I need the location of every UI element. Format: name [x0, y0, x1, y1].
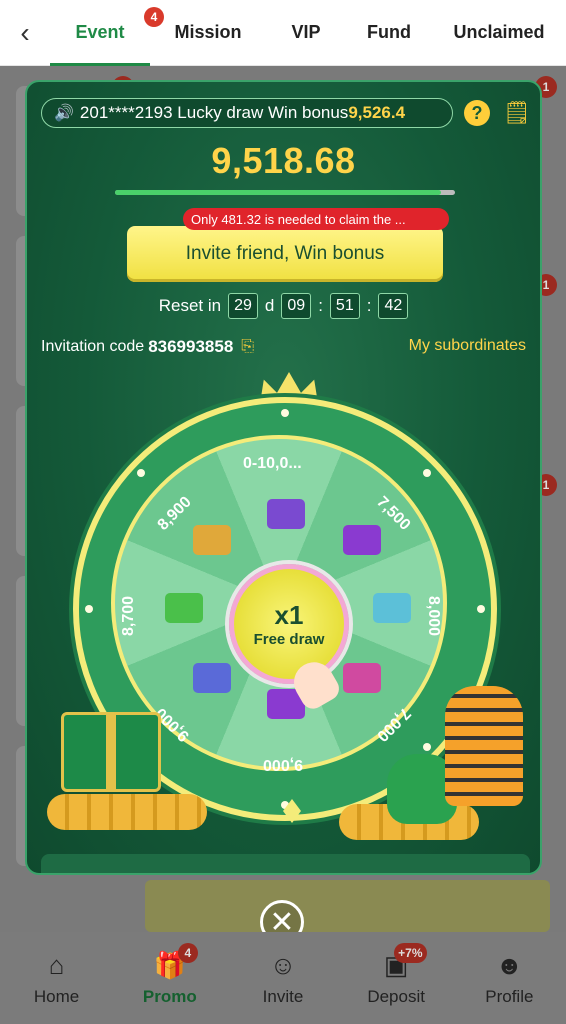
promo-banner[interactable]	[145, 880, 550, 932]
tab-label: Mission	[174, 22, 242, 42]
free-draw-label: Free draw	[253, 630, 325, 648]
home-icon: ⌂	[48, 949, 65, 980]
nav-invite[interactable]: ☺ Invite	[233, 949, 333, 1007]
tab-label: Fund	[367, 22, 411, 42]
help-icon[interactable]: ?	[464, 100, 490, 126]
days-value: 29	[228, 293, 258, 319]
user-icon: ☻	[495, 949, 524, 980]
gift-prize-icon	[165, 593, 203, 623]
notification-badge: 4	[177, 943, 198, 963]
rim-light	[477, 605, 485, 613]
winner-ticker: 🔊 201****2193 Lucky draw Win bonus 9,526.…	[41, 98, 453, 128]
top-navigation: ‹ Event 4 Mission VIP Fund Unclaimed	[0, 0, 566, 66]
tab-fund[interactable]: Fund	[346, 0, 432, 66]
rim-light	[137, 469, 145, 477]
reset-label: Reset in	[158, 296, 222, 315]
tab-unclaimed[interactable]: Unclaimed	[432, 0, 566, 66]
rim-light	[281, 409, 289, 417]
lucky-draw-modal: 🔊 201****2193 Lucky draw Win bonus 9,526.…	[25, 80, 542, 875]
hours-value: 09	[281, 293, 312, 319]
gift-prize-icon	[343, 525, 381, 555]
chevron-left-icon: ‹	[20, 16, 30, 48]
segment-label: 0-10,0...	[243, 455, 302, 472]
invite-friend-button[interactable]: Invite friend, Win bonus	[127, 226, 443, 282]
ticker-text: 201****2193 Lucky draw Win bonus	[79, 103, 349, 122]
coins-decoration	[47, 794, 207, 830]
claim-tip: Only 481.32 is needed to claim the ...	[183, 208, 449, 230]
tab-vip[interactable]: VIP	[266, 0, 346, 66]
my-subordinates-link[interactable]: My subordinates	[409, 337, 526, 355]
tab-label: VIP	[291, 22, 321, 42]
segment-label: 8,700	[120, 595, 138, 637]
bonus-badge: +7%	[394, 943, 427, 963]
gift-prize-icon	[193, 525, 231, 555]
draw-count: x1	[274, 599, 304, 630]
invitation-label: Invitation code	[41, 338, 145, 355]
tiger-mascot	[445, 686, 523, 806]
rim-light	[423, 469, 431, 477]
speaker-icon: 🔊	[54, 105, 74, 122]
segment-label: 9,000	[263, 756, 304, 773]
history-icon[interactable]: 🗒	[503, 100, 531, 126]
nav-promo[interactable]: 🎁 4 Promo	[120, 943, 220, 1007]
minutes-value: 51	[329, 293, 360, 319]
nav-label: Invite	[262, 987, 304, 1006]
nav-label: Promo	[142, 987, 197, 1006]
free-draw-button[interactable]: x1 Free draw	[229, 564, 349, 684]
ticker-amount: 9,526.4	[348, 103, 406, 122]
nav-label: Deposit	[367, 987, 425, 1006]
days-unit: d	[264, 296, 275, 315]
progress-bar	[115, 190, 455, 195]
back-button[interactable]: ‹	[0, 0, 50, 66]
nav-label: Home	[33, 987, 80, 1006]
invitation-code: 836993858	[148, 337, 234, 356]
bottom-navigation: ⌂ Home 🎁 4 Promo ☺ Invite ▣ +7% Deposit …	[0, 932, 566, 1024]
gift-prize-icon	[193, 663, 231, 693]
gift-box-decoration	[61, 712, 161, 792]
rim-light	[423, 743, 431, 751]
gift-prize-icon	[343, 663, 381, 693]
gift-prize-icon	[267, 499, 305, 529]
progress-fill	[115, 190, 442, 195]
modal-footer	[41, 854, 530, 873]
nav-home[interactable]: ⌂ Home	[7, 949, 107, 1007]
nav-profile[interactable]: ☻ Profile	[459, 949, 559, 1007]
copy-icon[interactable]: ⎘	[241, 338, 254, 356]
tab-label: Unclaimed	[453, 22, 545, 42]
tab-event[interactable]: Event 4	[50, 0, 164, 66]
gift-prize-icon	[373, 593, 411, 623]
reset-countdown: Reset in 29 d 09 : 51 : 42	[27, 293, 540, 319]
segment-label: 8,000	[425, 595, 443, 637]
total-amount: 9,518.68	[211, 140, 356, 181]
time-separator: :	[366, 296, 372, 315]
nav-deposit[interactable]: ▣ +7% Deposit	[346, 943, 446, 1007]
nav-label: Profile	[485, 987, 534, 1006]
tab-label: Event	[75, 22, 125, 42]
invitation-code-row: Invitation code 836993858 ⎘	[41, 337, 254, 357]
tab-mission[interactable]: Mission	[150, 0, 266, 66]
time-separator: :	[318, 296, 323, 315]
rim-light	[85, 605, 93, 613]
users-icon: ☺	[269, 949, 297, 980]
seconds-value: 42	[378, 293, 409, 319]
